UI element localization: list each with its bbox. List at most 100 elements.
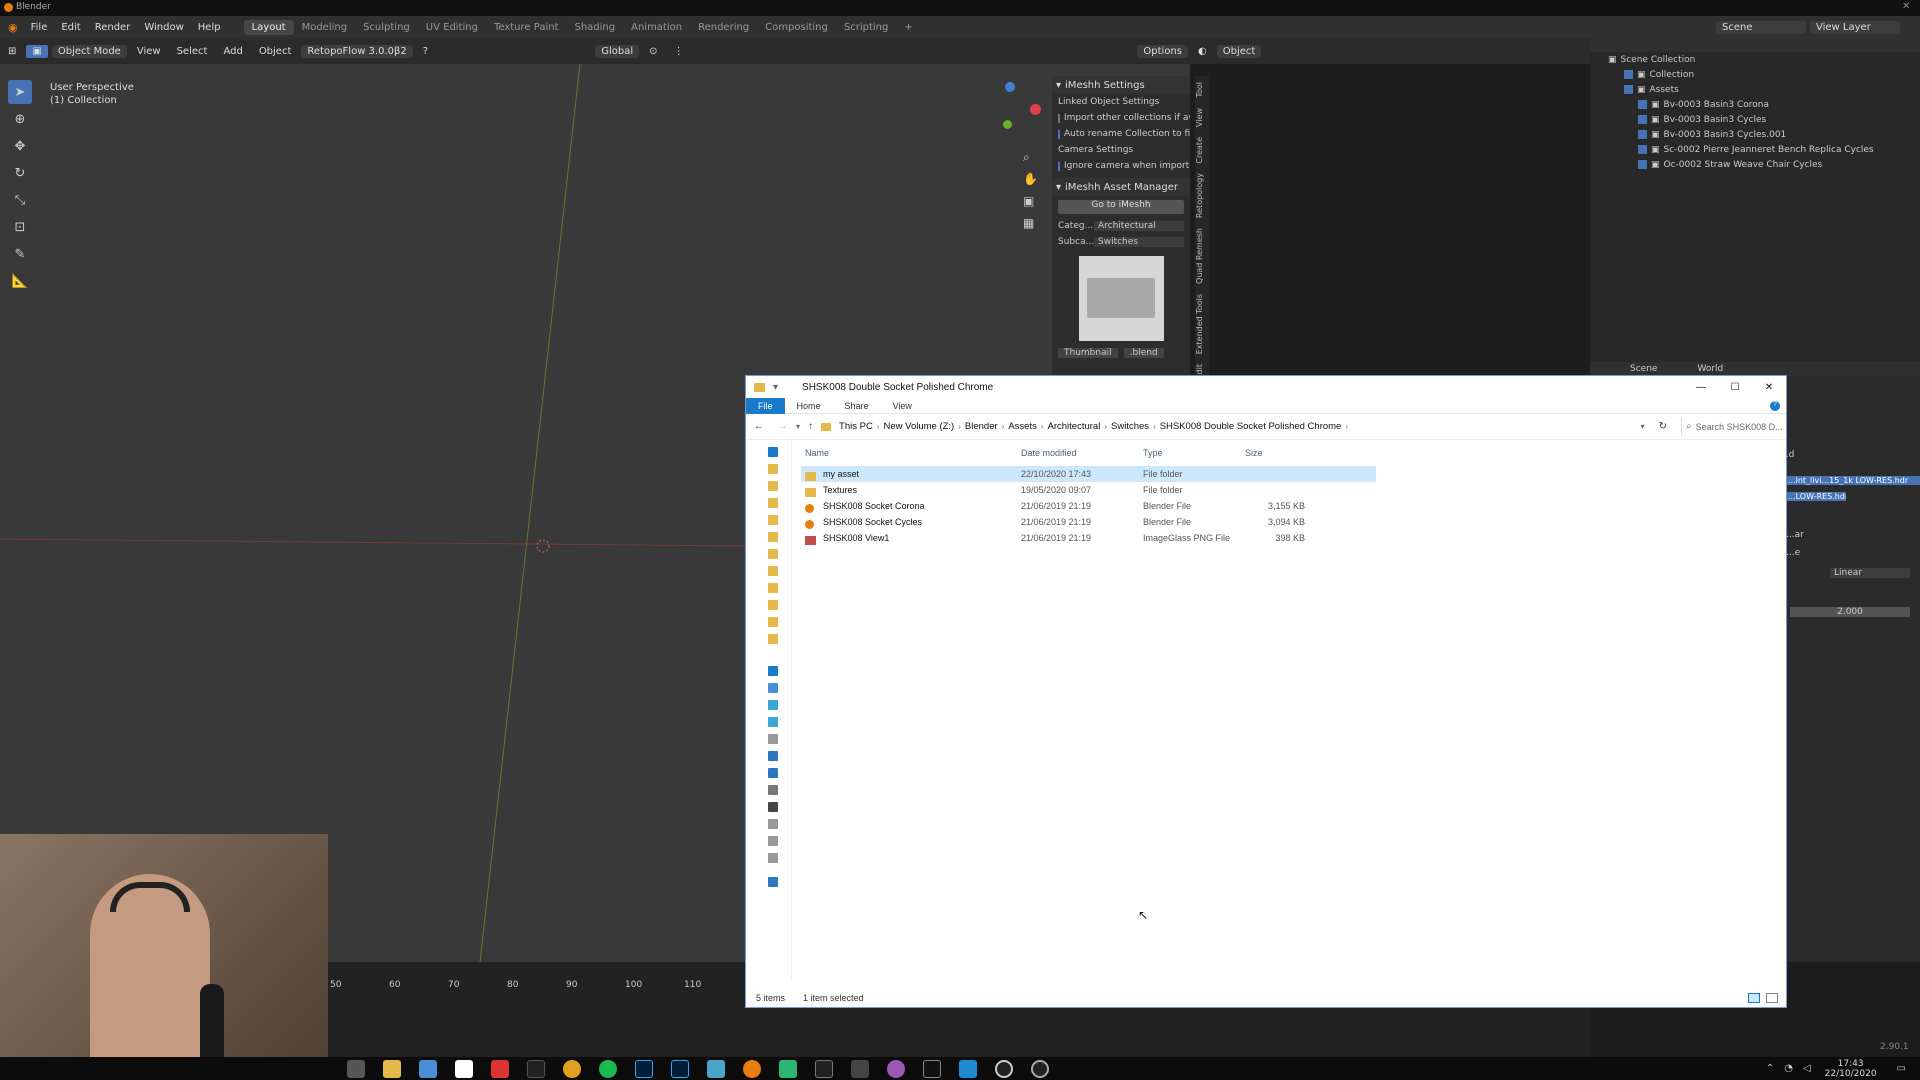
asset-manager-header[interactable]: ▾ iMeshh Asset Manager <box>1052 178 1190 196</box>
menu-help[interactable]: Help <box>191 22 228 33</box>
ribbon-view-tab[interactable]: View <box>881 398 924 414</box>
zoom-icon[interactable]: ⌕ <box>1023 150 1030 165</box>
details-view-icon[interactable] <box>1748 993 1760 1003</box>
blend-button[interactable]: .blend <box>1123 348 1164 358</box>
outliner-row-item[interactable]: ▣ Sc-0002 Pierre Jeanneret Bench Replica … <box>1590 142 1920 157</box>
tab-sculpting[interactable]: Sculpting <box>355 20 418 35</box>
vscode-icon[interactable] <box>959 1059 977 1078</box>
scene-selector[interactable]: Scene <box>1716 20 1806 34</box>
rotate-tool-icon[interactable]: ↻ <box>8 161 32 185</box>
nav-drive-icon[interactable] <box>768 734 778 744</box>
ribbon-home-tab[interactable]: Home <box>785 398 833 414</box>
orientation-dropdown[interactable]: Global <box>595 44 640 58</box>
navigation-gizmo[interactable] <box>975 82 1045 152</box>
calculator-icon[interactable] <box>419 1059 437 1078</box>
tab-view[interactable]: View <box>1195 104 1204 131</box>
scale-tool-icon[interactable]: ⤡ <box>8 188 32 212</box>
file-explorer-taskbar-icon[interactable] <box>383 1059 401 1078</box>
nav-folder-icon[interactable] <box>768 481 778 491</box>
breadcrumb-architectural[interactable]: Architectural <box>1048 421 1101 432</box>
taskbar-app-icon[interactable] <box>815 1059 833 1078</box>
transform-tool-icon[interactable]: ⊡ <box>8 215 32 239</box>
back-arrow-icon[interactable]: ← <box>754 421 764 432</box>
thumbnail-button[interactable]: Thumbnail <box>1058 348 1118 358</box>
network-tray-icon[interactable]: ◔ <box>1784 1063 1793 1074</box>
large-icons-view-icon[interactable] <box>1766 993 1778 1003</box>
clock-date[interactable]: 22/10/2020 <box>1825 1069 1877 1079</box>
menu-render[interactable]: Render <box>88 22 138 33</box>
tab-retopology[interactable]: Retopology <box>1195 169 1204 222</box>
taskbar-app-icon[interactable] <box>887 1059 905 1078</box>
object-dropdown[interactable]: Object <box>1216 44 1262 58</box>
tray-chevron-icon[interactable]: ⌃ <box>1766 1063 1774 1074</box>
strength-field[interactable]: 2.000 <box>1790 607 1910 617</box>
outliner[interactable]: ▣ Scene Collection ▣ Collection ▣ Assets ▣… <box>1590 52 1920 362</box>
breadcrumb-switches[interactable]: Switches <box>1111 421 1149 432</box>
editor-type-icon-2[interactable]: ◐ <box>1192 45 1213 58</box>
editor-type-icon[interactable]: ⊞ <box>2 45 22 58</box>
blender-taskbar-icon[interactable] <box>743 1059 761 1078</box>
nav-drive-icon[interactable] <box>768 700 778 710</box>
network-icon[interactable] <box>768 877 778 887</box>
outliner-row-item[interactable]: ▣ Bv-0003 Basin3 Cycles <box>1590 112 1920 127</box>
scene-tab[interactable]: Scene <box>1630 364 1657 374</box>
snap-icon[interactable]: ⋮ <box>668 45 690 58</box>
import-other-checkbox[interactable]: Import other collections if av... <box>1052 110 1190 126</box>
terminal-icon[interactable] <box>527 1059 545 1078</box>
taskbar-app-icon[interactable] <box>707 1059 725 1078</box>
tab-animation[interactable]: Animation <box>623 20 690 35</box>
breadcrumb-chevron-icon[interactable]: › <box>1153 422 1156 431</box>
photoshop-icon[interactable] <box>671 1059 689 1078</box>
breadcrumb-chevron-icon[interactable]: › <box>877 422 880 431</box>
photoshop-icon[interactable] <box>635 1059 653 1078</box>
breadcrumb-this-pc[interactable]: This PC <box>839 421 873 432</box>
file-row[interactable]: Textures 19/05/2020 09:07 File folder <box>801 482 1376 498</box>
quick-access-icon[interactable] <box>768 447 778 457</box>
refresh-icon[interactable]: ↻ <box>1659 421 1667 432</box>
tab-uv-editing[interactable]: UV Editing <box>418 20 486 35</box>
breadcrumb-chevron-icon[interactable]: › <box>1041 422 1044 431</box>
nav-folder-icon[interactable] <box>768 600 778 610</box>
ignore-camera-checkbox[interactable]: Ignore camera when importing <box>1052 158 1190 174</box>
imeshh-settings-header[interactable]: ▾ iMeshh Settings <box>1052 76 1190 94</box>
hdr-file-field[interactable]: ...int_livi...15_1k LOW-RES.hdr <box>1786 476 1920 485</box>
view-menu[interactable]: View <box>131 45 167 58</box>
nav-drive-icon[interactable] <box>768 819 778 829</box>
taskbar-app-icon[interactable] <box>995 1059 1013 1078</box>
pan-hand-icon[interactable]: ✋ <box>1023 172 1038 186</box>
column-size[interactable]: Size <box>1245 448 1305 458</box>
camera-view-icon[interactable]: ▣ <box>1023 194 1034 208</box>
menu-file[interactable]: File <box>24 22 55 33</box>
mode-dropdown[interactable]: Object Mode <box>51 44 127 58</box>
object-menu[interactable]: Object <box>253 45 298 58</box>
search-box[interactable]: ⌕ Search SHSK008 D... <box>1681 417 1786 436</box>
gizmo-y-axis[interactable] <box>1003 120 1012 129</box>
taskbar-app-icon[interactable] <box>851 1059 869 1078</box>
breadcrumb-chevron-icon[interactable]: › <box>958 422 961 431</box>
nav-folder-icon[interactable] <box>768 617 778 627</box>
music-icon[interactable] <box>768 768 778 778</box>
help-icon[interactable]: ? <box>417 45 434 58</box>
nav-folder-icon[interactable] <box>768 566 778 576</box>
nav-folder-icon[interactable] <box>768 532 778 542</box>
breadcrumb-current-folder[interactable]: SHSK008 Double Socket Polished Chrome <box>1160 421 1342 432</box>
breadcrumb-chevron-icon[interactable]: › <box>1104 422 1107 431</box>
add-workspace-icon[interactable]: + <box>896 20 920 35</box>
outliner-row-item[interactable]: ▣ Bv-0003 Basin3 Cycles.001 <box>1590 127 1920 142</box>
forward-arrow-icon[interactable]: → <box>778 421 788 432</box>
taskbar-app-icon[interactable] <box>491 1059 509 1078</box>
scene-collection-row[interactable]: ▣ Scene Collection <box>1590 52 1920 67</box>
tab-layout[interactable]: Layout <box>243 19 294 35</box>
nav-folder-icon[interactable] <box>768 464 778 474</box>
nav-folder-icon[interactable] <box>768 515 778 525</box>
outliner-row-item[interactable]: ▣ Bv-0003 Basin3 Corona <box>1590 97 1920 112</box>
close-icon[interactable]: ✕ <box>1752 382 1786 393</box>
menu-window[interactable]: Window <box>137 22 190 33</box>
go-to-imeshh-button[interactable]: Go to iMeshh <box>1058 200 1184 214</box>
retopoflow-dropdown[interactable]: RetopoFlow 3.0.0β2 <box>301 44 413 58</box>
file-row[interactable]: my asset 22/10/2020 17:43 File folder <box>801 466 1376 482</box>
pivot-icon[interactable]: ⊙ <box>643 45 663 58</box>
select-menu[interactable]: Select <box>171 45 214 58</box>
taskbar-app-icon[interactable] <box>1031 1059 1049 1078</box>
outliner-row-collection[interactable]: ▣ Collection <box>1590 67 1920 82</box>
